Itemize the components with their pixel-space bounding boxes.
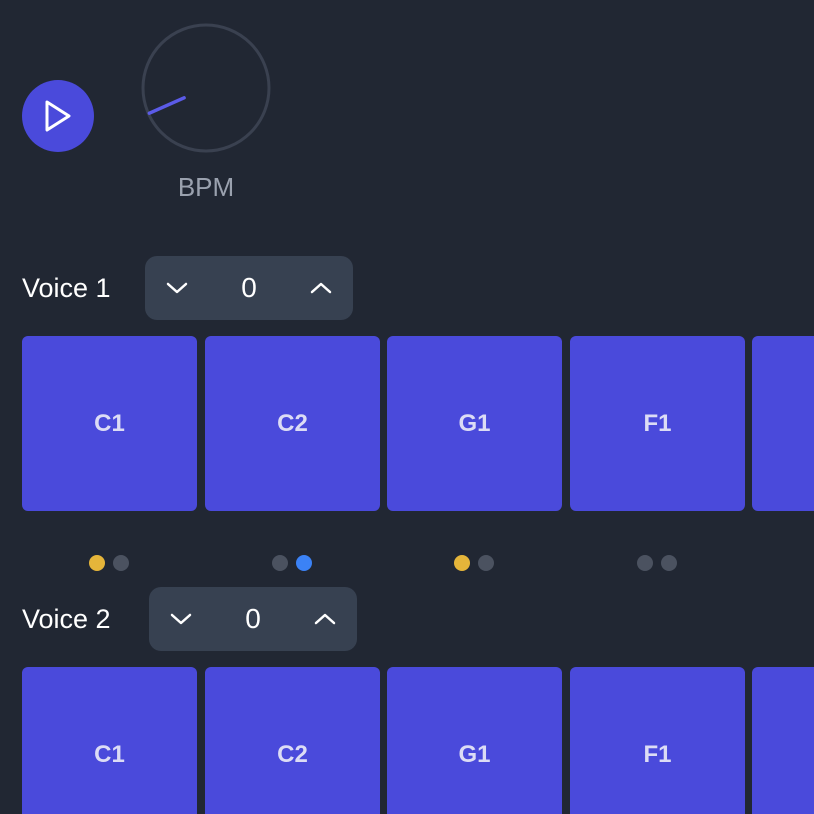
play-icon [45,100,71,132]
voice-1-pad-1[interactable]: C1 [22,336,197,511]
indicator-dot [89,555,105,571]
voice-2-pad-2[interactable]: C2 [205,667,380,814]
voice-2-stepper: 0 [149,587,357,651]
indicator-dot [637,555,653,571]
voice-2-pad-5[interactable] [752,667,814,814]
voice-1-pad-5[interactable] [752,336,814,511]
step-indicator-2 [272,555,312,571]
knob-ring [141,23,271,153]
voice-1-decrement-button[interactable] [145,256,209,320]
knob-indicator [147,96,186,115]
voice-2-pad-4[interactable]: F1 [570,667,745,814]
voice-2-value[interactable]: 0 [213,603,293,635]
indicator-dot [113,555,129,571]
voice-2-label: Voice 2 [22,604,111,634]
voice-2-pad-1[interactable]: C1 [22,667,197,814]
chevron-up-icon [314,613,336,625]
voice-2-increment-button[interactable] [293,587,357,651]
bpm-label: BPM [177,172,235,202]
voice-2-decrement-button[interactable] [149,587,213,651]
sequencer-app: BPM Voice 1 0 C1 C2 G1 F1 Voice 2 0 C1 C… [0,0,814,814]
voice-1-pad-3[interactable]: G1 [387,336,562,511]
voice-1-label: Voice 1 [22,273,111,303]
bpm-knob[interactable] [141,23,271,153]
voice-1-increment-button[interactable] [289,256,353,320]
indicator-dot [296,555,312,571]
chevron-down-icon [166,282,188,294]
indicator-dot [661,555,677,571]
play-button[interactable] [22,80,94,152]
voice-1-pad-2[interactable]: C2 [205,336,380,511]
voice-1-stepper: 0 [145,256,353,320]
voice-1-pad-4[interactable]: F1 [570,336,745,511]
step-indicator-4 [637,555,677,571]
voice-2-pad-3[interactable]: G1 [387,667,562,814]
indicator-dot [454,555,470,571]
indicator-dot [272,555,288,571]
chevron-down-icon [170,613,192,625]
indicator-dot [478,555,494,571]
step-indicator-1 [89,555,129,571]
voice-1-value[interactable]: 0 [209,272,289,304]
step-indicator-3 [454,555,494,571]
chevron-up-icon [310,282,332,294]
